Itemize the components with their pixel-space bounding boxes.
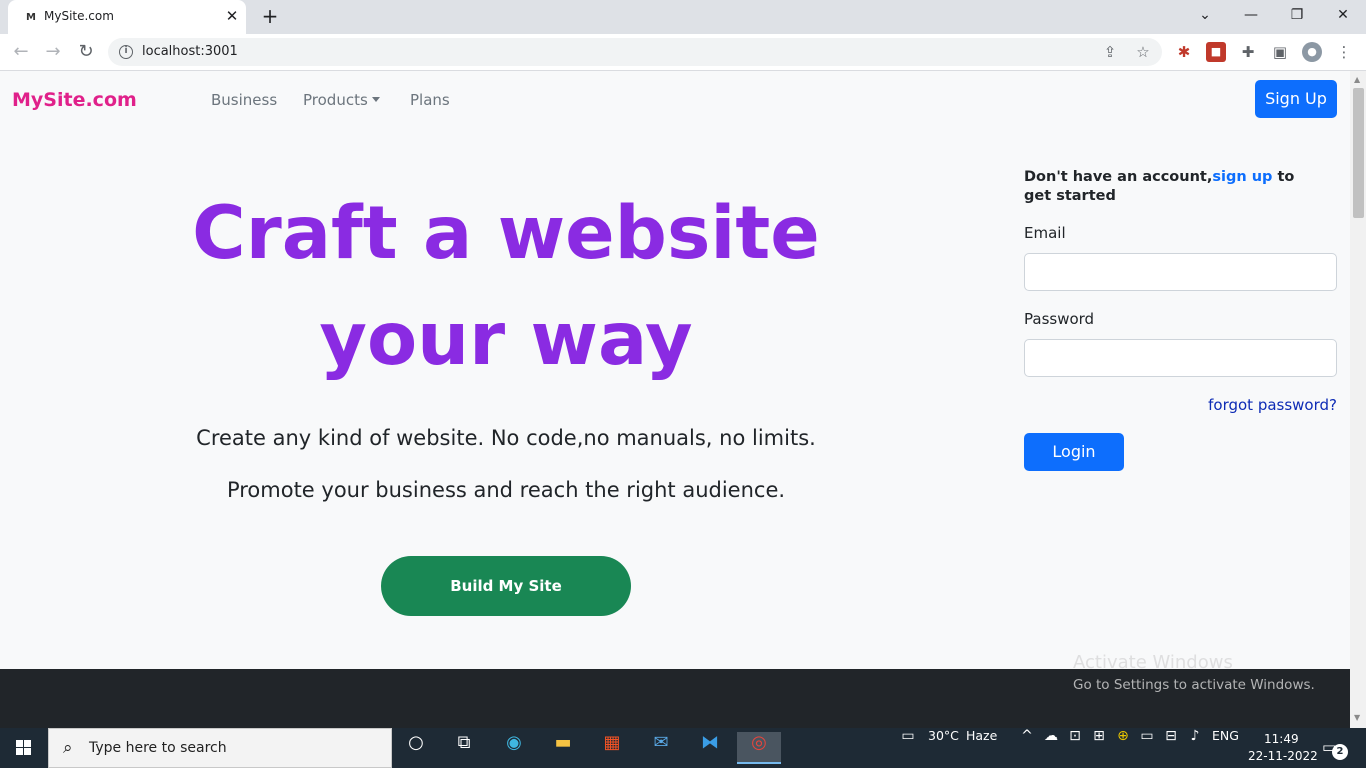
tab-search-chevron-icon[interactable]: ⌄ xyxy=(1190,4,1220,26)
hero-tagline-1: Create any kind of website. No code,no m… xyxy=(196,426,816,450)
signup-link[interactable]: sign up xyxy=(1212,169,1272,185)
extension-red-icon[interactable]: ■ xyxy=(1206,42,1226,62)
edge-browser-icon[interactable]: ◉ xyxy=(492,732,536,764)
notification-count: 2 xyxy=(1332,744,1348,760)
side-panel-icon[interactable]: ▣ xyxy=(1270,42,1290,62)
microsoft-store-icon[interactable]: ▦ xyxy=(590,732,634,764)
site-info-icon[interactable]: i xyxy=(119,45,133,59)
browser-menu-icon[interactable]: ⋮ xyxy=(1334,42,1354,62)
signup-prompt: Don't have an account,sign up to get sta… xyxy=(1024,168,1324,206)
build-my-site-button[interactable]: Build My Site xyxy=(381,556,631,616)
tab-title: MySite.com xyxy=(44,9,114,23)
extension-bug-icon[interactable]: ✱ xyxy=(1174,42,1194,62)
meet-now-icon[interactable]: ⊡ xyxy=(1064,728,1086,768)
battery-icon[interactable]: ▭ xyxy=(1136,728,1158,768)
nav-plans[interactable]: Plans xyxy=(410,91,450,109)
hero-tagline-2: Promote your business and reach the righ… xyxy=(226,478,786,502)
login-button[interactable]: Login xyxy=(1024,433,1124,471)
scroll-down-arrow-icon[interactable]: ▼ xyxy=(1354,713,1360,722)
nav-products-label: Products xyxy=(303,91,368,109)
weather-desc[interactable]: Haze xyxy=(966,728,997,768)
bookmark-star-icon[interactable]: ☆ xyxy=(1134,43,1152,61)
browser-tab-strip: M MySite.com ✕ + ⌄ — ❐ ✕ xyxy=(0,0,1366,34)
caret-down-icon xyxy=(371,97,380,102)
signup-button[interactable]: Sign Up xyxy=(1255,80,1337,118)
volume-icon[interactable]: ♪ xyxy=(1184,728,1206,768)
new-tab-button[interactable]: + xyxy=(258,5,282,29)
web-page: MySite.com Business Products Plans Sign … xyxy=(0,71,1350,669)
nav-products-dropdown[interactable]: Products xyxy=(303,91,380,109)
windows-logo-icon xyxy=(16,740,32,756)
task-view-icon[interactable]: ⧉ xyxy=(442,732,486,764)
cortana-icon[interactable]: ○ xyxy=(394,732,438,764)
restore-button[interactable]: ❐ xyxy=(1282,4,1312,26)
clock-date[interactable]: 22-11-2022 xyxy=(1248,749,1318,763)
mail-icon[interactable]: ✉ xyxy=(639,732,683,764)
profile-avatar[interactable]: ● xyxy=(1302,42,1322,62)
clock-time[interactable]: 11:49 xyxy=(1264,732,1299,746)
forward-arrow-icon[interactable]: → xyxy=(40,40,66,66)
close-window-button[interactable]: ✕ xyxy=(1328,4,1358,26)
onedrive-cloud-icon[interactable]: ☁ xyxy=(1040,728,1062,768)
password-label: Password xyxy=(1024,310,1095,328)
tab-close-icon[interactable]: ✕ xyxy=(224,8,240,24)
search-icon: ⌕ xyxy=(63,738,73,758)
weather-temp[interactable]: 30°C xyxy=(928,728,959,768)
scroll-up-arrow-icon[interactable]: ▲ xyxy=(1354,75,1360,84)
hero-title: Craft a website your way xyxy=(130,181,882,393)
taskbar-search-placeholder: Type here to search xyxy=(89,740,227,756)
email-field[interactable] xyxy=(1024,253,1337,291)
forgot-password-link[interactable]: forgot password? xyxy=(1160,396,1337,414)
security-icon[interactable]: ⊞ xyxy=(1088,728,1110,768)
activate-windows-title: Activate Windows xyxy=(1073,652,1233,673)
minimize-button[interactable]: — xyxy=(1236,4,1266,26)
chrome-icon[interactable]: ◎ xyxy=(737,732,781,764)
vscode-icon[interactable]: ⧓ xyxy=(688,732,732,764)
notification-center-icon[interactable]: ▭ 2 xyxy=(1322,738,1348,760)
scroll-thumb[interactable] xyxy=(1353,88,1364,218)
nav-business[interactable]: Business xyxy=(211,91,277,109)
reload-icon[interactable]: ↻ xyxy=(73,40,99,66)
taskbar-search[interactable]: ⌕ Type here to search xyxy=(48,728,392,768)
share-icon[interactable]: ⇪ xyxy=(1101,43,1119,61)
start-button[interactable] xyxy=(0,728,48,768)
page-scrollbar[interactable]: ▲ ▼ xyxy=(1350,71,1366,728)
brand-logo[interactable]: MySite.com xyxy=(12,89,137,111)
password-field[interactable] xyxy=(1024,339,1337,377)
back-arrow-icon[interactable]: ← xyxy=(8,40,34,66)
file-explorer-icon[interactable]: ▬ xyxy=(541,732,585,764)
windows-taskbar: ⌕ Type here to search ○ ⧉ ◉ ▬ ▦ ✉ ⧓ ◎ ▭ … xyxy=(0,728,1366,768)
site-favicon-icon: M xyxy=(26,12,36,23)
hero-title-line-1: Craft a website xyxy=(192,191,820,276)
browser-toolbar: ← → ↻ i localhost:3001 ⇪ ☆ ✱ ■ ✚ ▣ ● ⋮ xyxy=(0,34,1366,71)
extensions-puzzle-icon[interactable]: ✚ xyxy=(1238,42,1258,62)
hero-title-line-2: your way xyxy=(319,297,693,382)
plus-badge-icon[interactable]: ⊕ xyxy=(1112,728,1134,768)
signup-prompt-text: Don't have an account, xyxy=(1024,169,1213,185)
browser-tab[interactable]: M MySite.com ✕ xyxy=(8,0,246,34)
email-label: Email xyxy=(1024,224,1066,242)
network-icon[interactable]: ⊟ xyxy=(1160,728,1182,768)
weather-icon[interactable]: ▭ xyxy=(896,728,920,768)
address-bar[interactable]: i localhost:3001 ⇪ ☆ xyxy=(108,38,1162,66)
language-indicator[interactable]: ENG xyxy=(1212,728,1239,768)
show-hidden-icons-chevron-icon[interactable]: ^ xyxy=(1016,728,1038,768)
address-url[interactable]: localhost:3001 xyxy=(142,44,238,59)
activate-windows-subtitle: Go to Settings to activate Windows. xyxy=(1073,677,1315,693)
